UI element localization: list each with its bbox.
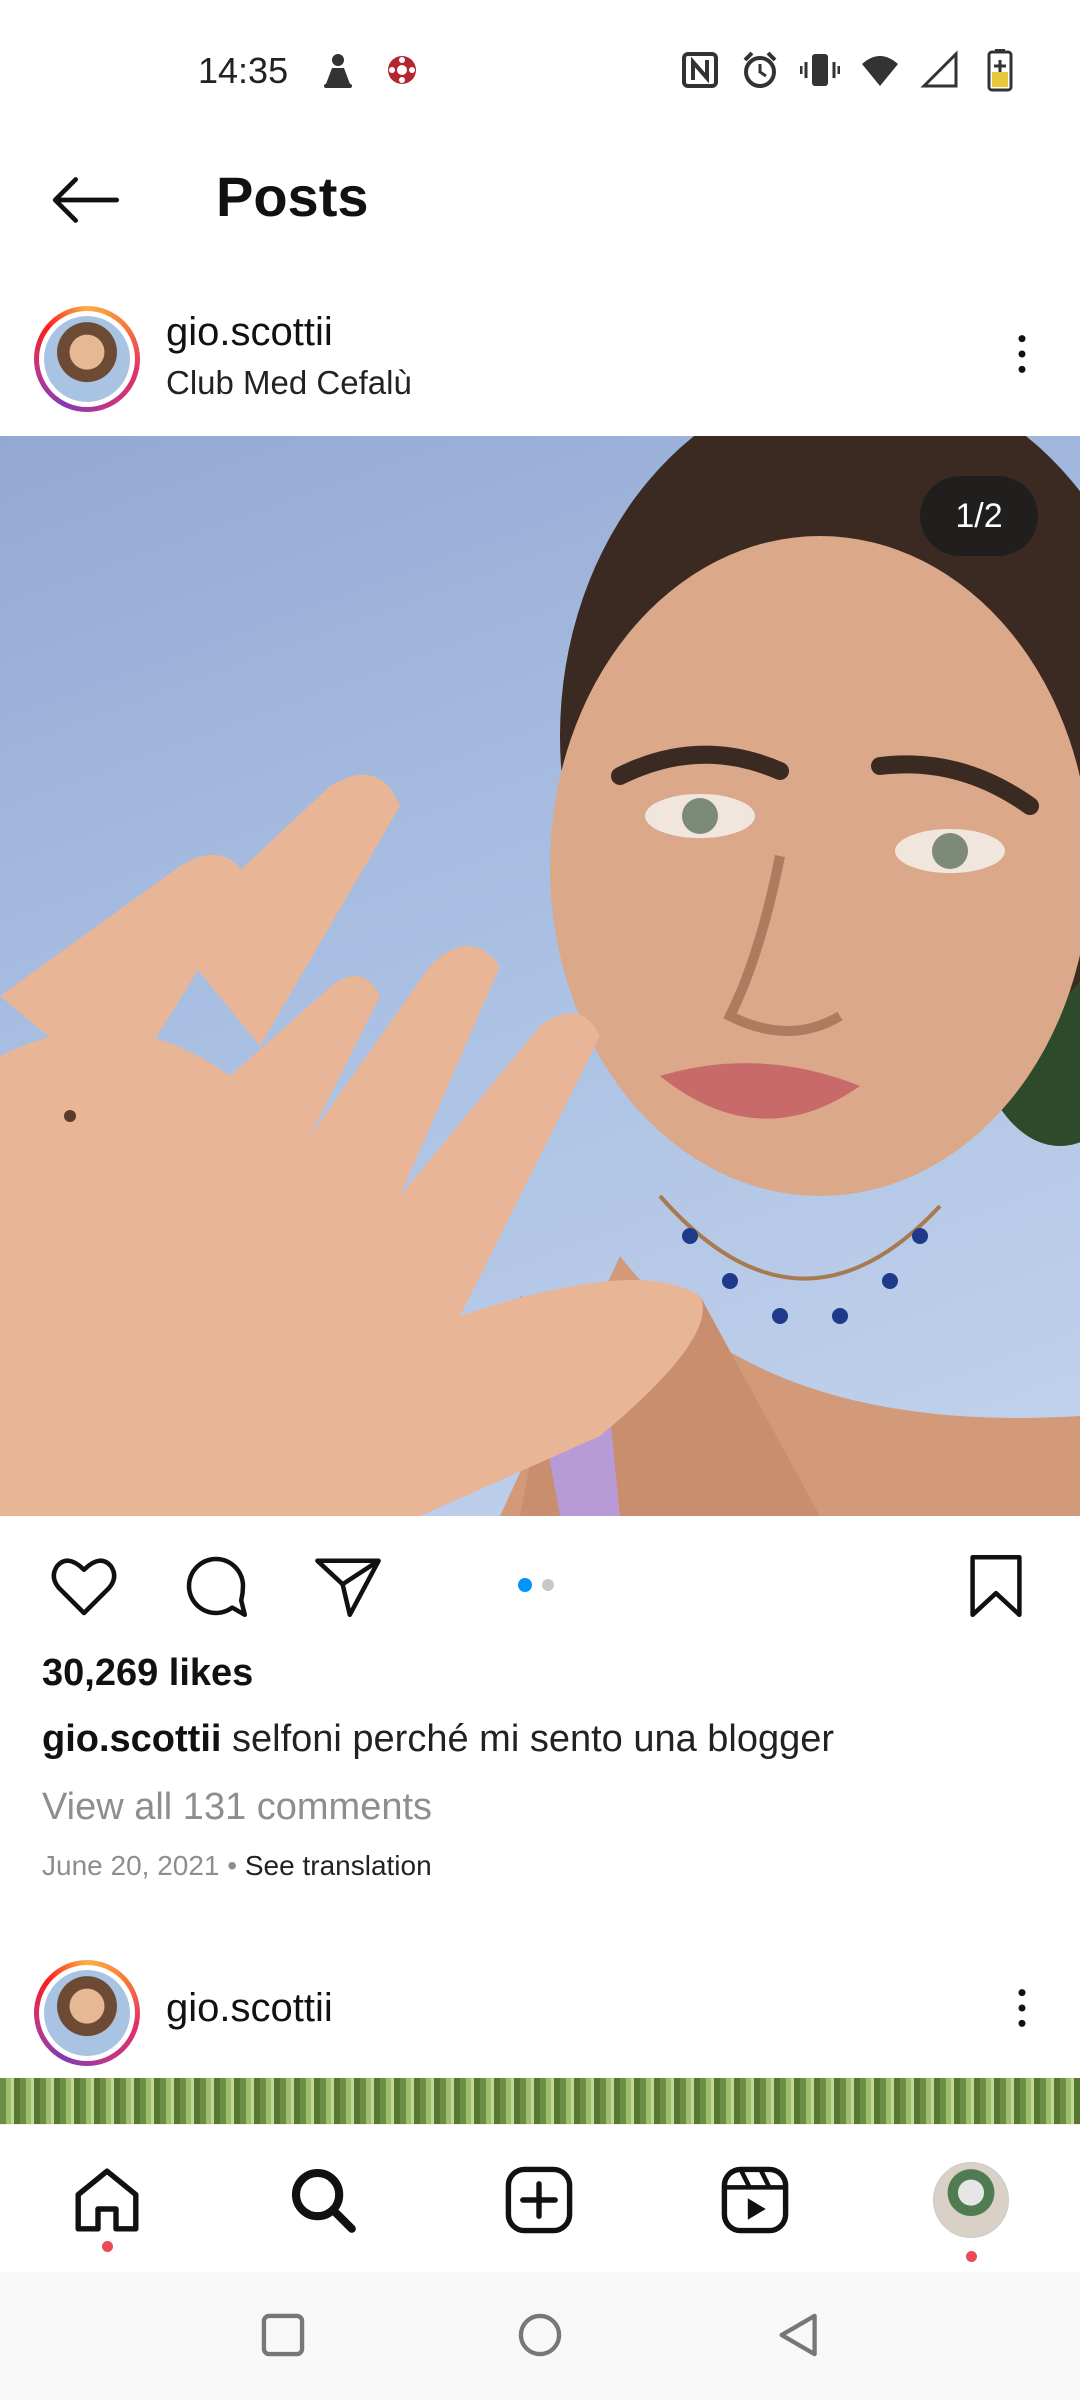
post-date: June 20, 2021 (42, 1850, 220, 1881)
nav-create[interactable] (494, 2155, 584, 2245)
selfie-photo (0, 436, 1080, 1516)
back-button[interactable] (40, 162, 130, 238)
back-system-button[interactable] (764, 2300, 834, 2370)
post-meta: June 20, 2021 • See translation (42, 1850, 432, 1882)
paper-plane-icon (315, 1558, 381, 1618)
nav-search[interactable] (278, 2155, 368, 2245)
more-options-button[interactable] (992, 316, 1052, 392)
home-icon (75, 2168, 139, 2232)
home-system-button[interactable] (505, 2300, 575, 2370)
carousel-dot (542, 1579, 554, 1591)
nav-reels[interactable] (710, 2155, 800, 2245)
heart-icon (51, 1558, 117, 1616)
next-post-image[interactable] (0, 2078, 1080, 2124)
back-triangle-icon (779, 2313, 817, 2357)
status-bar: 14:35 (0, 0, 1080, 140)
android-icon (318, 48, 358, 92)
post-username[interactable]: gio.scottii (166, 310, 333, 355)
signal-icon (920, 50, 958, 88)
more-vertical-icon (1018, 335, 1026, 373)
status-time: 14:35 (198, 50, 289, 91)
share-button[interactable] (308, 1546, 388, 1626)
more-options-button[interactable] (992, 1970, 1052, 2046)
post-header: gio.scottii Club Med Cefalù (0, 286, 1080, 412)
status-icons (680, 46, 1020, 94)
search-icon (291, 2168, 356, 2233)
next-post-header: gio.scottii (0, 1940, 1080, 2066)
nav-profile[interactable] (926, 2155, 1016, 2245)
comment-icon (186, 1556, 248, 1618)
view-all-comments-link[interactable]: View all 131 comments (42, 1786, 432, 1829)
caption-username[interactable]: gio.scottii (42, 1718, 221, 1760)
reels-icon (721, 2166, 789, 2234)
nfc-icon (682, 52, 718, 88)
profile-notification-dot (966, 2251, 977, 2262)
post-location[interactable]: Club Med Cefalù (166, 364, 412, 402)
like-button[interactable] (44, 1546, 124, 1626)
home-circle-icon (518, 2313, 562, 2357)
carousel-dot-active (518, 1578, 532, 1592)
caption-text: selfoni perché mi sento una blogger (232, 1718, 835, 1760)
post-username[interactable]: gio.scottii (166, 1986, 333, 2031)
profile-avatar (933, 2162, 1009, 2238)
carousel-indicator (518, 1578, 554, 1592)
arrow-left-icon (52, 177, 120, 223)
bookmark-icon (970, 1554, 1022, 1618)
recents-button[interactable] (248, 2300, 318, 2370)
avatar-photo (44, 316, 130, 402)
likes-count[interactable]: 30,269 likes (42, 1652, 253, 1695)
top-app-bar: Posts (0, 140, 1080, 260)
flower-notification-icon (382, 48, 422, 92)
system-navigation-bar (0, 2272, 1080, 2400)
avatar[interactable] (34, 1960, 140, 2066)
comment-button[interactable] (176, 1546, 256, 1626)
bottom-navigation (0, 2124, 1080, 2272)
post-actions (0, 1516, 1080, 1646)
alarm-icon (743, 51, 777, 88)
page-title: Posts (216, 165, 369, 228)
avatar[interactable] (34, 306, 140, 412)
home-notification-dot (102, 2241, 113, 2252)
carousel-counter: 1/2 (920, 476, 1038, 556)
post-caption: gio.scottii selfoni perché mi sento una … (42, 1718, 834, 1761)
save-button[interactable] (956, 1546, 1036, 1626)
battery-charging-icon (987, 49, 1013, 92)
nav-home[interactable] (62, 2155, 152, 2245)
see-translation-link[interactable]: See translation (245, 1850, 432, 1881)
post-image[interactable]: 1/2 (0, 436, 1080, 1516)
create-post-icon (505, 2166, 573, 2234)
meta-separator: • (227, 1850, 238, 1881)
vibrate-icon (800, 54, 840, 86)
recents-square-icon (261, 2313, 305, 2357)
wifi-icon (862, 56, 898, 86)
more-vertical-icon (1018, 1989, 1026, 2027)
avatar-photo (44, 1970, 130, 2056)
